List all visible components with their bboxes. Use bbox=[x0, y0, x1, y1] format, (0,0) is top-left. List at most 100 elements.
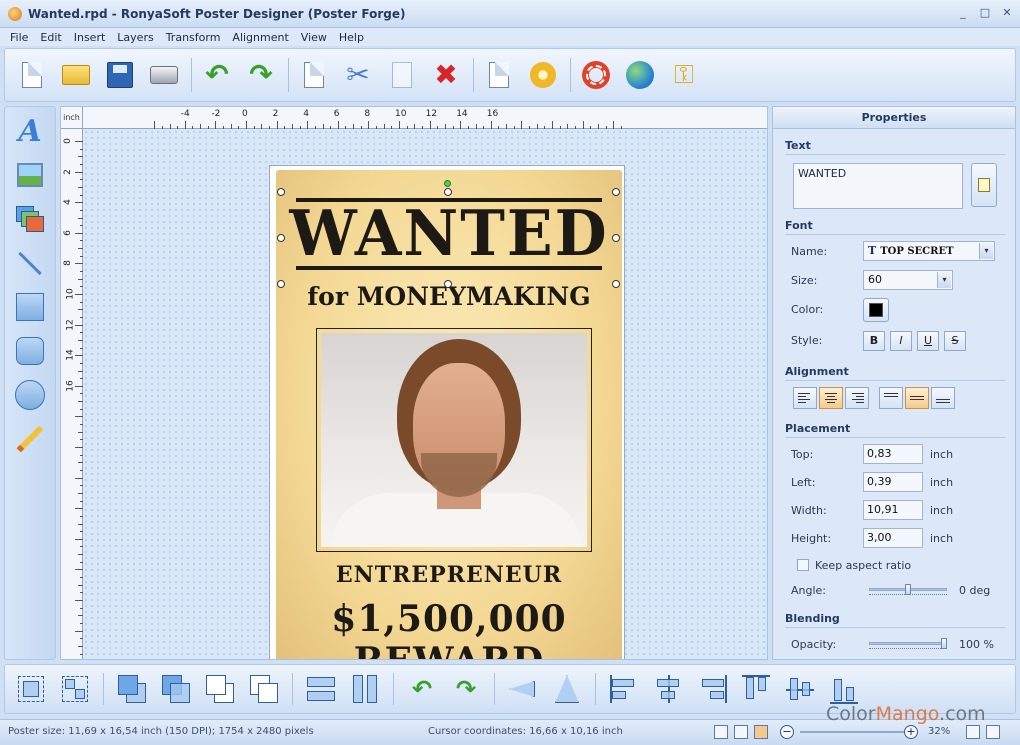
selection-handle[interactable] bbox=[277, 188, 285, 196]
redo-button[interactable]: ↷ bbox=[244, 58, 278, 92]
selection-handle[interactable] bbox=[444, 188, 452, 196]
page-settings-button[interactable] bbox=[482, 58, 516, 92]
flip-vertical-button[interactable] bbox=[551, 673, 583, 705]
selection-handle[interactable] bbox=[612, 280, 620, 288]
align-top-button[interactable] bbox=[740, 673, 772, 705]
same-width-button[interactable] bbox=[305, 673, 337, 705]
send-to-back-button[interactable] bbox=[160, 673, 192, 705]
align-text-right-button[interactable] bbox=[845, 387, 869, 409]
underline-button[interactable]: U bbox=[917, 331, 939, 351]
send-backward-button[interactable] bbox=[248, 673, 280, 705]
register-button[interactable]: ⚿ bbox=[667, 58, 701, 92]
dots-view-icon[interactable] bbox=[734, 725, 748, 739]
clipart-tool-button[interactable] bbox=[14, 203, 46, 235]
align-right-button[interactable] bbox=[696, 673, 728, 705]
poster-caption[interactable]: ENTREPRENEUR bbox=[276, 562, 622, 588]
selection-handle[interactable] bbox=[444, 280, 452, 288]
text-tool-button[interactable]: A bbox=[14, 114, 46, 149]
edit-text-button[interactable] bbox=[971, 163, 997, 207]
menu-edit[interactable]: Edit bbox=[34, 31, 67, 44]
paste-button[interactable] bbox=[385, 58, 419, 92]
web-button[interactable] bbox=[623, 58, 657, 92]
menu-file[interactable]: File bbox=[4, 31, 34, 44]
open-button[interactable] bbox=[59, 58, 93, 92]
help-button[interactable] bbox=[579, 58, 613, 92]
image-tool-button[interactable] bbox=[14, 159, 46, 191]
height-input[interactable]: 3,00 bbox=[863, 528, 923, 548]
rotate-right-button[interactable]: ↷ bbox=[450, 673, 482, 705]
new-document-button[interactable] bbox=[15, 58, 49, 92]
menu-layers[interactable]: Layers bbox=[111, 31, 159, 44]
opacity-slider[interactable] bbox=[869, 638, 947, 652]
font-size-select[interactable]: 60 ▾ bbox=[863, 270, 953, 290]
save-button[interactable] bbox=[103, 58, 137, 92]
font-style-label: Style: bbox=[791, 334, 823, 347]
opacity-slider-thumb[interactable] bbox=[941, 638, 947, 649]
fit-width-icon[interactable] bbox=[986, 725, 1000, 739]
rotation-handle[interactable] bbox=[444, 180, 451, 187]
print-button[interactable] bbox=[147, 58, 181, 92]
angle-slider[interactable] bbox=[869, 584, 947, 598]
zoom-slider[interactable] bbox=[800, 731, 904, 733]
selection-handle[interactable] bbox=[612, 234, 620, 242]
copy-button[interactable] bbox=[297, 58, 331, 92]
bring-forward-button[interactable] bbox=[204, 673, 236, 705]
width-input[interactable]: 10,91 bbox=[863, 500, 923, 520]
selection-handle[interactable] bbox=[277, 234, 285, 242]
bold-button[interactable]: B bbox=[863, 331, 885, 351]
flip-horizontal-button[interactable] bbox=[507, 673, 539, 705]
undo-button[interactable]: ↶ bbox=[200, 58, 234, 92]
top-input[interactable]: 0,83 bbox=[863, 444, 923, 464]
left-input[interactable]: 0,39 bbox=[863, 472, 923, 492]
italic-button[interactable]: I bbox=[890, 331, 912, 351]
preferences-button[interactable] bbox=[526, 58, 560, 92]
menu-help[interactable]: Help bbox=[333, 31, 370, 44]
menu-insert[interactable]: Insert bbox=[68, 31, 112, 44]
font-name-select[interactable]: T TOP SECRET ▾ bbox=[863, 241, 995, 261]
align-center-button[interactable] bbox=[652, 673, 684, 705]
grid-view-icon[interactable] bbox=[714, 725, 728, 739]
bring-to-front-button[interactable] bbox=[116, 673, 148, 705]
align-text-center-button[interactable] bbox=[819, 387, 843, 409]
group-button[interactable] bbox=[15, 673, 47, 705]
text-content-field[interactable]: WANTED bbox=[793, 163, 963, 209]
angle-slider-thumb[interactable] bbox=[905, 584, 911, 595]
fit-page-icon[interactable] bbox=[966, 725, 980, 739]
align-text-bottom-button[interactable] bbox=[931, 387, 955, 409]
layout-view-icon[interactable] bbox=[754, 725, 768, 739]
rounded-rectangle-tool-button[interactable] bbox=[14, 335, 46, 367]
same-height-button[interactable] bbox=[349, 673, 381, 705]
align-text-top-button[interactable] bbox=[879, 387, 903, 409]
poster-headline[interactable]: WANTED bbox=[276, 200, 622, 267]
close-button[interactable]: ✕ bbox=[1000, 6, 1014, 20]
menu-alignment[interactable]: Alignment bbox=[226, 31, 294, 44]
align-left-button[interactable] bbox=[608, 673, 640, 705]
canvas-area[interactable]: inch -4 -2 0 2 4 6 8 10 12 14 16 0 2 4 6 8 10 12 14 16 WAN… bbox=[60, 106, 768, 660]
cut-button[interactable]: ✂ bbox=[341, 58, 375, 92]
rectangle-tool-button[interactable] bbox=[14, 291, 46, 323]
align-middle-button[interactable] bbox=[784, 673, 816, 705]
align-text-left-button[interactable] bbox=[793, 387, 817, 409]
zoom-out-button[interactable]: − bbox=[780, 725, 794, 739]
align-bottom-button[interactable] bbox=[828, 673, 860, 705]
poster-page[interactable]: WANTED for MONEYMAKING ENTREPRENEUR $1,5… bbox=[269, 165, 625, 659]
ellipse-tool-button[interactable] bbox=[14, 379, 46, 411]
align-text-middle-button[interactable] bbox=[905, 387, 929, 409]
selection-handle[interactable] bbox=[612, 188, 620, 196]
menu-transform[interactable]: Transform bbox=[160, 31, 227, 44]
font-color-button[interactable] bbox=[863, 298, 889, 322]
maximize-button[interactable]: □ bbox=[978, 6, 992, 20]
menu-view[interactable]: View bbox=[295, 31, 333, 44]
line-tool-button[interactable] bbox=[14, 247, 46, 279]
ungroup-button[interactable] bbox=[59, 673, 91, 705]
minimize-button[interactable]: _ bbox=[956, 6, 970, 20]
poster-photo-frame[interactable] bbox=[316, 328, 592, 552]
selection-handle[interactable] bbox=[277, 280, 285, 288]
strikethrough-button[interactable]: S bbox=[944, 331, 966, 351]
keep-aspect-ratio-checkbox[interactable] bbox=[797, 559, 809, 571]
pencil-tool-button[interactable] bbox=[14, 423, 46, 455]
zoom-in-button[interactable]: + bbox=[904, 725, 918, 739]
delete-button[interactable]: ✖ bbox=[429, 58, 463, 92]
poster-reward[interactable]: $1,500,000 REWARD bbox=[276, 598, 622, 659]
rotate-left-button[interactable]: ↶ bbox=[406, 673, 438, 705]
